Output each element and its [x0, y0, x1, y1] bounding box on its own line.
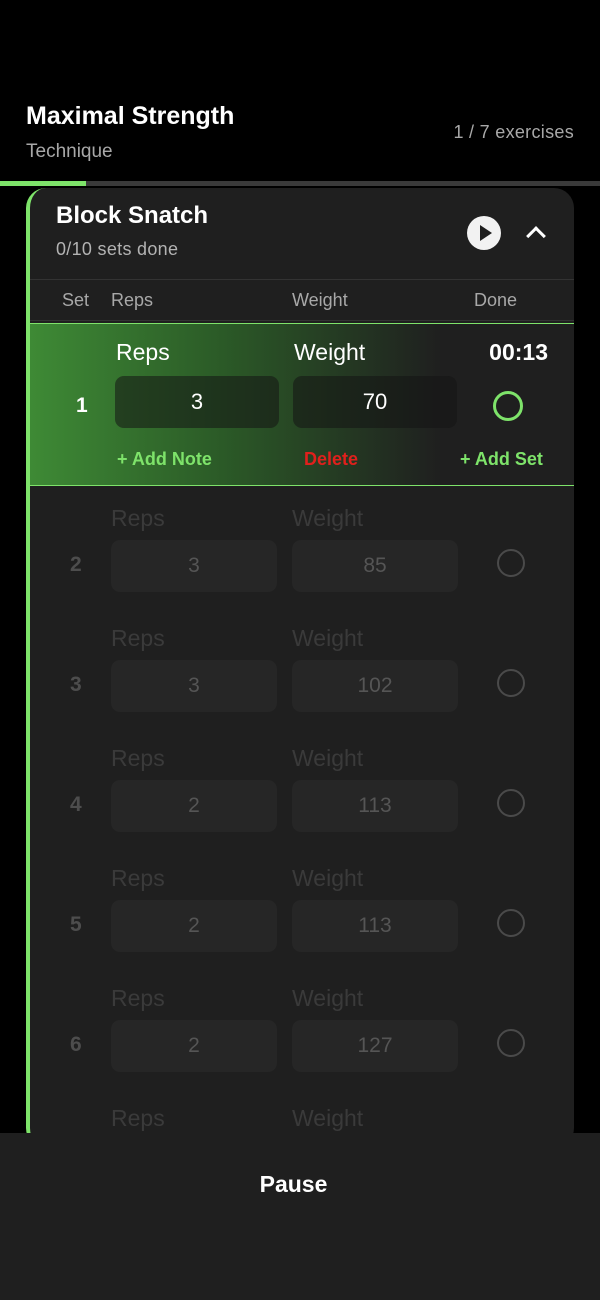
- exercise-name: Block Snatch: [56, 202, 209, 229]
- exercise-progress-text: 1 / 7 exercises: [453, 122, 574, 142]
- workout-subtitle: Technique: [26, 141, 113, 162]
- set-number: 4: [70, 793, 82, 816]
- set-row: 3 Reps Weight 3 102: [30, 608, 574, 728]
- reps-input[interactable]: 3: [111, 660, 277, 712]
- set-number: 3: [70, 673, 82, 696]
- set-row: 6 Reps Weight 2 127: [30, 968, 574, 1088]
- weight-label: Weight: [292, 865, 364, 891]
- add-set-button[interactable]: + Add Set: [460, 449, 543, 470]
- workout-header: Maximal Strength Technique 1 / 7 exercis…: [0, 0, 600, 186]
- column-done: Done: [474, 290, 518, 310]
- weight-label: Weight: [292, 625, 364, 651]
- reps-input[interactable]: 2: [111, 1020, 277, 1072]
- weight-label: Weight: [292, 985, 364, 1011]
- reps-input[interactable]: 3: [115, 376, 279, 428]
- exercise-card: Block Snatch 0/10 sets done Set Reps Wei…: [26, 188, 574, 1148]
- sets-done-count: 0/10 sets done: [56, 239, 179, 259]
- weight-label: Weight: [292, 745, 364, 771]
- set-table-header: Set Reps Weight Done: [30, 279, 574, 321]
- done-checkbox[interactable]: [497, 909, 525, 937]
- column-weight: Weight: [292, 290, 348, 310]
- add-note-button[interactable]: + Add Note: [117, 449, 212, 470]
- weight-input[interactable]: 102: [292, 660, 458, 712]
- reps-label: Reps: [111, 865, 165, 891]
- bottom-action-bar: Pause: [0, 1133, 600, 1300]
- set-row: 5 Reps Weight 2 113: [30, 848, 574, 968]
- set-number: 6: [70, 1033, 82, 1056]
- workout-progress-fill: [0, 181, 86, 186]
- done-checkbox[interactable]: [497, 549, 525, 577]
- reps-label: Reps: [116, 339, 170, 365]
- set-number: 5: [70, 913, 82, 936]
- active-set-row: 1 Reps Weight 00:13 3 70 + Add Note Dele…: [30, 323, 574, 486]
- rest-timer: 00:13: [489, 339, 548, 365]
- weight-input[interactable]: 127: [292, 1020, 458, 1072]
- weight-input[interactable]: 113: [292, 780, 458, 832]
- done-checkbox[interactable]: [493, 391, 523, 421]
- weight-label: Weight: [292, 1105, 364, 1131]
- reps-label: Reps: [111, 505, 165, 531]
- column-set: Set: [62, 290, 90, 310]
- done-checkbox[interactable]: [497, 669, 525, 697]
- delete-set-button[interactable]: Delete: [304, 449, 358, 470]
- pause-button[interactable]: Pause: [0, 1171, 587, 1198]
- reps-input[interactable]: 2: [111, 900, 277, 952]
- weight-input[interactable]: 85: [292, 540, 458, 592]
- reps-input[interactable]: 3: [111, 540, 277, 592]
- reps-label: Reps: [111, 1105, 165, 1131]
- done-checkbox[interactable]: [497, 789, 525, 817]
- reps-label: Reps: [111, 985, 165, 1011]
- weight-input[interactable]: 113: [292, 900, 458, 952]
- done-checkbox[interactable]: [497, 1029, 525, 1057]
- reps-input[interactable]: 2: [111, 780, 277, 832]
- set-number: 2: [70, 553, 82, 576]
- workout-progress-bar: [0, 181, 600, 186]
- weight-label: Weight: [292, 505, 364, 531]
- reps-label: Reps: [111, 625, 165, 651]
- set-row: 4 Reps Weight 2 113: [30, 728, 574, 848]
- reps-label: Reps: [111, 745, 165, 771]
- weight-label: Weight: [294, 339, 366, 365]
- workout-title: Maximal Strength: [26, 102, 235, 130]
- set-number: 1: [76, 394, 88, 417]
- column-reps: Reps: [111, 290, 154, 310]
- chevron-up-icon[interactable]: [520, 218, 550, 248]
- weight-input[interactable]: 70: [293, 376, 457, 428]
- play-icon[interactable]: [467, 216, 501, 250]
- set-row: 2 Reps Weight 3 85: [30, 488, 574, 608]
